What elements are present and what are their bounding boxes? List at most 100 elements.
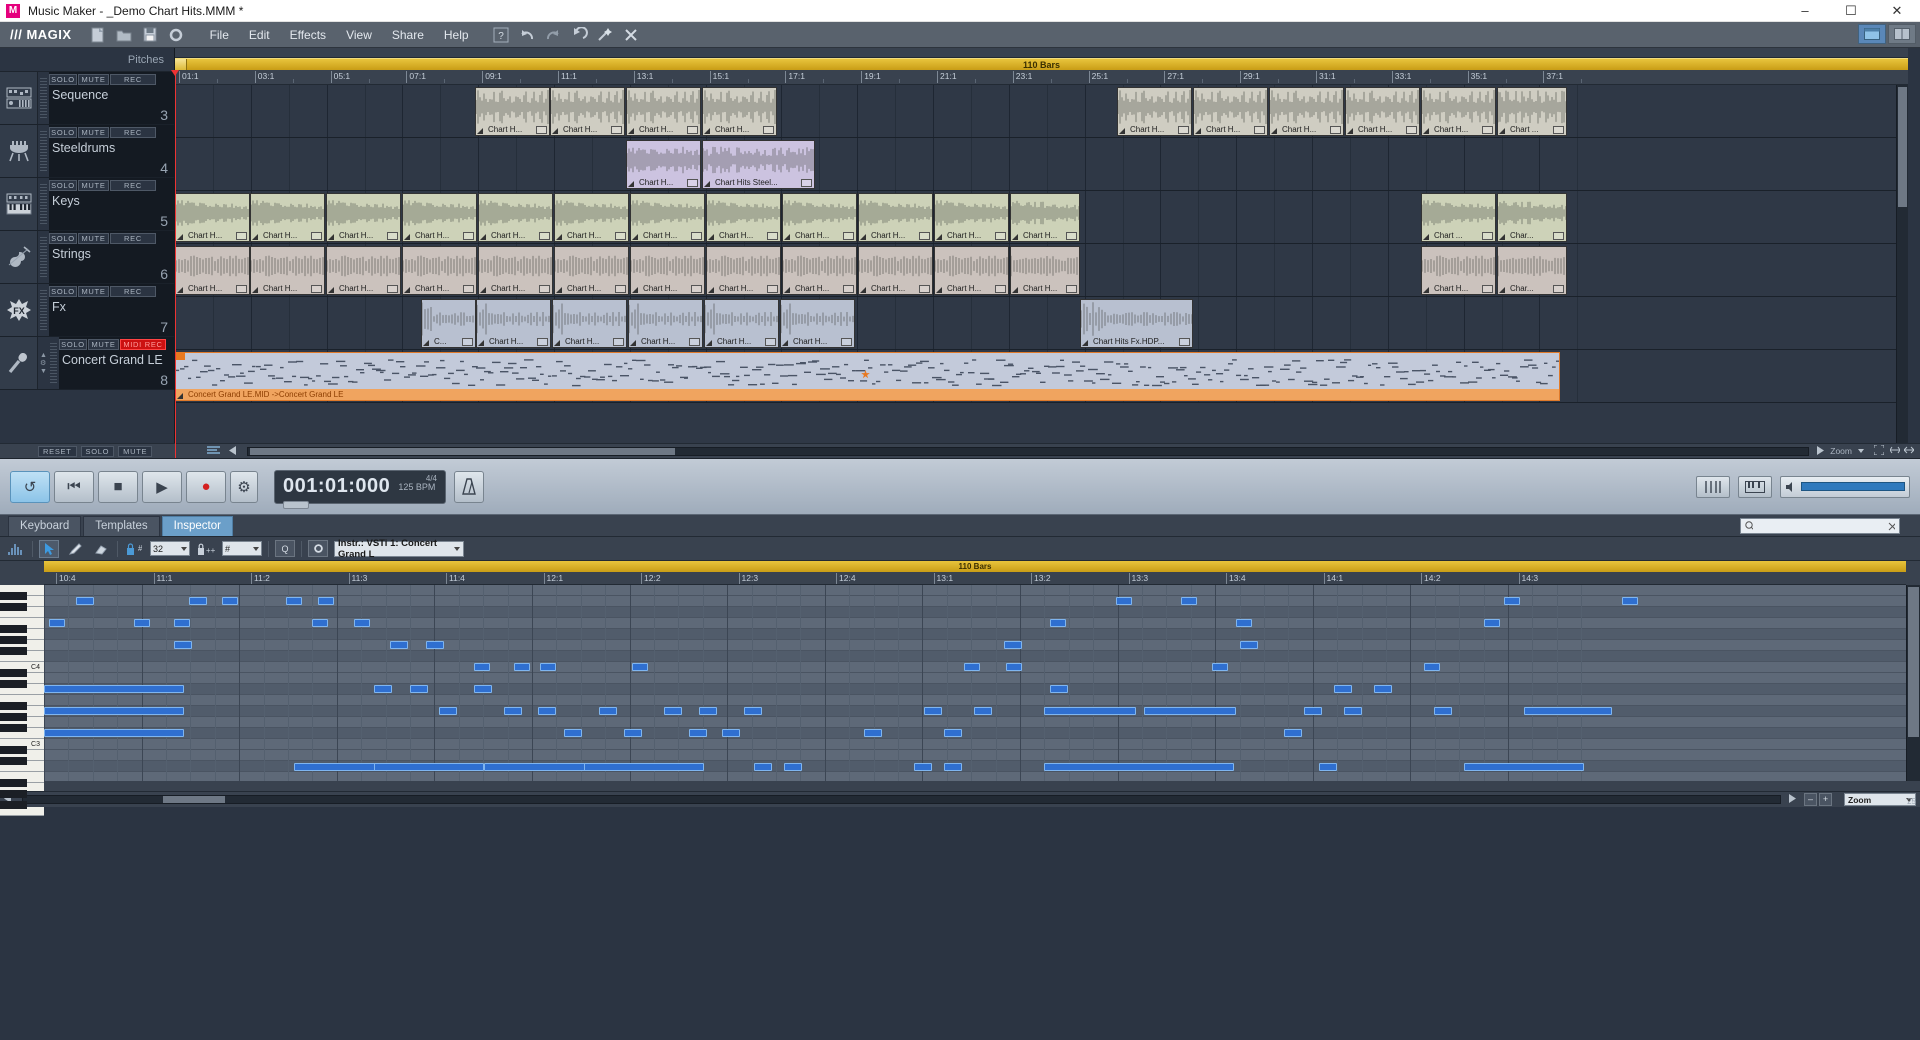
note-row[interactable]	[44, 750, 1906, 761]
track-solo-button[interactable]: SOLO	[49, 127, 77, 138]
audio-clip[interactable]: Chart H...	[554, 246, 629, 295]
track-solo-button[interactable]: SOLO	[49, 180, 77, 191]
track-resize-grip[interactable]	[50, 343, 57, 383]
piano-roll-ruler[interactable]: 10:4 11:1 11:2 11:3 11:4 12:1 12:2 12:3 12:4 13:1…	[44, 572, 1906, 585]
midi-note[interactable]	[864, 729, 882, 737]
midi-note[interactable]	[76, 597, 94, 605]
arranger-lane[interactable]: Chart H... Chart H... Chart H... Chart H...…	[175, 85, 1908, 138]
menu-item-view[interactable]: View	[336, 25, 382, 45]
audio-clip[interactable]: Chart H...	[858, 246, 933, 295]
midi-note[interactable]	[474, 663, 490, 671]
track-info[interactable]: SOLO MUTE REC Steeldrums 4	[49, 125, 174, 177]
scroll-left-icon[interactable]	[229, 445, 238, 457]
zoom-in-h-icon[interactable]	[1903, 446, 1915, 456]
midi-note[interactable]	[944, 763, 962, 771]
audio-clip[interactable]: Chart H...	[1269, 87, 1344, 136]
redo-arrow-icon[interactable]	[541, 25, 565, 45]
midi-note[interactable]	[744, 707, 762, 715]
piano-black-key[interactable]	[0, 592, 27, 600]
track-info[interactable]: SOLO MUTE REC Strings 6	[49, 231, 174, 283]
track-header-row[interactable]: FX SOLO MUTE REC Fx 7	[0, 284, 174, 337]
play-button[interactable]: ▶	[142, 470, 182, 503]
piano-roll-zoom-select[interactable]: Zoom	[1844, 793, 1916, 806]
piano-black-key[interactable]	[0, 801, 27, 809]
piano-black-key[interactable]	[0, 746, 27, 754]
pr-scroll-right-icon[interactable]	[1787, 794, 1796, 805]
midi-note[interactable]	[1181, 597, 1197, 605]
midi-note[interactable]	[1304, 707, 1322, 715]
waveform-icon[interactable]	[6, 540, 26, 558]
audio-clip[interactable]: Chart H...	[402, 246, 477, 295]
track-mute-button[interactable]: MUTE	[78, 127, 109, 138]
audio-clip[interactable]: Chart Hits Fx.HDP...	[1080, 299, 1193, 348]
midi-note[interactable]	[49, 619, 65, 627]
audio-clip[interactable]: Chart H...	[630, 246, 705, 295]
track-resize-grip[interactable]	[40, 184, 47, 224]
zoom-chevron-down-icon[interactable]	[1858, 449, 1864, 453]
zoom-out-button[interactable]: –	[1804, 793, 1817, 806]
midi-note[interactable]	[584, 763, 704, 771]
midi-note[interactable]	[664, 707, 682, 715]
track-settings-icon[interactable]: ⚙	[40, 360, 46, 367]
zoom-out-h-icon[interactable]	[1889, 446, 1901, 456]
midi-note[interactable]	[312, 619, 328, 627]
midi-note[interactable]	[1236, 619, 1252, 627]
midi-note[interactable]	[1319, 763, 1337, 771]
note-row[interactable]	[44, 739, 1906, 750]
piano-black-key[interactable]	[0, 757, 27, 765]
midi-note[interactable]	[318, 597, 334, 605]
tempo-block[interactable]: 125 BPM	[398, 482, 435, 492]
arranger-lane[interactable]: Chart H... Chart Hits Steel...	[175, 138, 1908, 191]
audio-clip[interactable]: Chart ...	[1497, 87, 1567, 136]
arranger-lane[interactable]: Chart H... Chart H... Chart H... Chart H...…	[175, 244, 1908, 297]
track-solo-button[interactable]: SOLO	[49, 286, 77, 297]
track-resize-grip[interactable]	[40, 237, 47, 277]
piano-black-key[interactable]	[0, 625, 27, 633]
midi-note[interactable]	[754, 763, 772, 771]
record-settings-button[interactable]: ⚙	[230, 470, 258, 503]
note-row[interactable]	[44, 640, 1906, 651]
note-row[interactable]	[44, 717, 1906, 728]
eraser-icon[interactable]	[91, 540, 111, 558]
master-volume-slider[interactable]	[1780, 475, 1910, 498]
track-info[interactable]: SOLO MUTE MIDI REC Concert Grand LE 8	[59, 337, 174, 389]
quantize-q-icon[interactable]: Q	[275, 540, 295, 557]
midi-note[interactable]	[189, 597, 207, 605]
piano-roll-horizontal-scrollbar[interactable]	[22, 795, 1781, 804]
track-record-button[interactable]: REC	[110, 127, 156, 138]
midi-note[interactable]	[624, 729, 642, 737]
midi-note[interactable]	[599, 707, 617, 715]
new-document-icon[interactable]	[86, 25, 110, 45]
maximize-button[interactable]: ☐	[1828, 0, 1874, 22]
track-mute-button[interactable]: MUTE	[78, 233, 109, 244]
audio-clip[interactable]: Chart H...	[702, 87, 777, 136]
tab-inspector[interactable]: Inspector	[161, 516, 233, 536]
stop-button[interactable]: ■	[98, 470, 138, 503]
audio-clip[interactable]: Chart H...	[250, 246, 325, 295]
midi-note[interactable]	[1240, 641, 1258, 649]
audio-clip[interactable]: Chart H...	[1010, 193, 1080, 242]
audio-clip[interactable]: Chart H...	[554, 193, 629, 242]
midi-note[interactable]	[1006, 663, 1022, 671]
audio-clip[interactable]: Chart H...	[1421, 246, 1496, 295]
midi-note[interactable]	[514, 663, 530, 671]
audio-clip[interactable]: Chart H...	[706, 246, 781, 295]
open-folder-icon[interactable]	[112, 25, 136, 45]
tab-templates[interactable]: Templates	[83, 516, 160, 536]
midi-note[interactable]	[1050, 619, 1066, 627]
loop-button[interactable]: ↺	[10, 470, 50, 503]
audio-clip[interactable]: Chart H...	[478, 246, 553, 295]
midi-note[interactable]	[784, 763, 802, 771]
scroll-right-icon[interactable]	[1815, 445, 1825, 457]
audio-clip[interactable]: Chart H...	[1345, 87, 1420, 136]
grid-value-select[interactable]: 32	[150, 541, 190, 556]
midi-note[interactable]	[474, 685, 492, 693]
save-disk-icon[interactable]	[138, 25, 162, 45]
piano-black-key[interactable]	[0, 779, 27, 787]
track-expand-controls[interactable]: ▲ ⚙ ▼	[38, 337, 48, 389]
midi-note[interactable]	[44, 707, 184, 715]
track-header-row[interactable]: SOLO MUTE REC Sequence 3	[0, 72, 174, 125]
piano-roll-vertical-scrollbar[interactable]	[1906, 585, 1920, 781]
midi-note[interactable]	[1284, 729, 1302, 737]
note-row[interactable]	[44, 673, 1906, 684]
